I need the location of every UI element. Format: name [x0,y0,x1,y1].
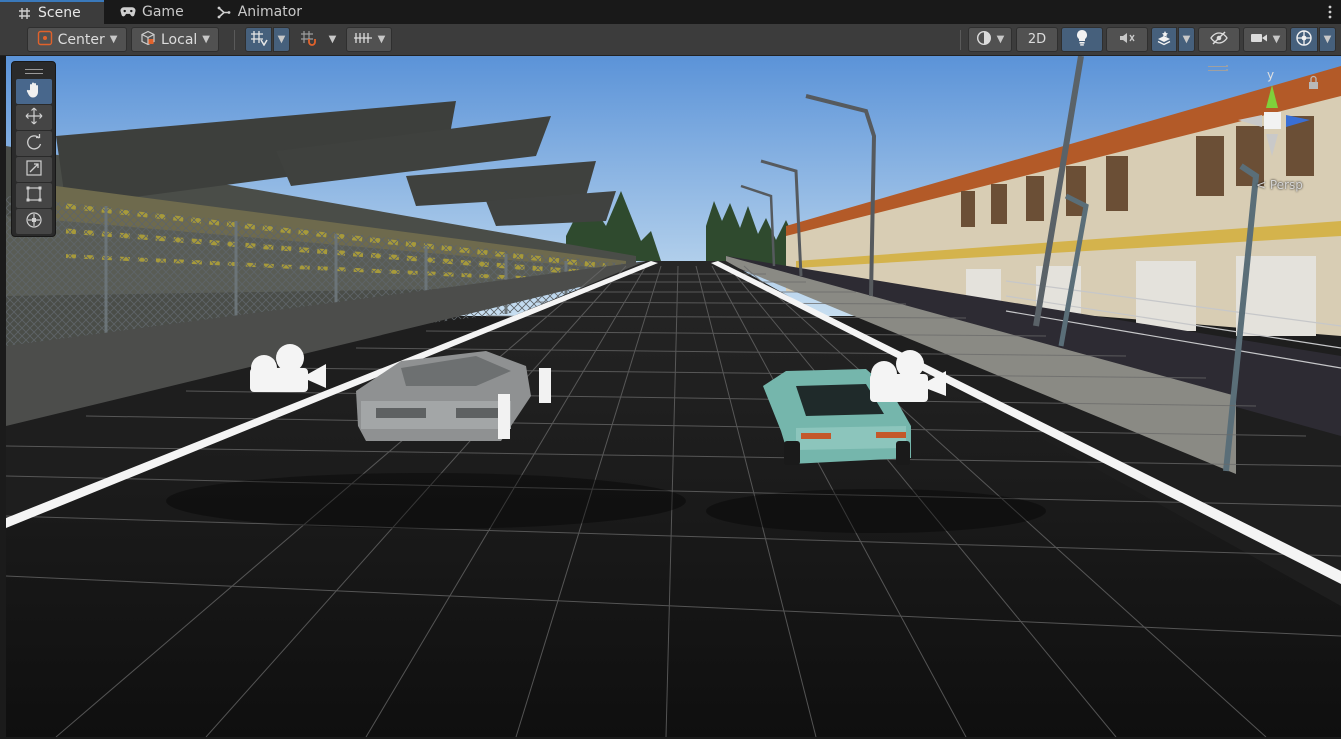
effects-layers-icon [1156,30,1172,50]
snapping-group: ▼ ▼ ▼ [245,27,392,52]
chevron-down-icon: ▼ [277,34,286,45]
gizmo-center-cube[interactable] [1264,112,1281,129]
z-axis-cone[interactable] [1286,115,1310,127]
overlay-drag-handle[interactable] [1208,66,1228,72]
hash-grid-icon [16,5,32,21]
mode-2d-button[interactable]: 2D [1016,27,1058,52]
transform-combined-icon [25,211,43,233]
chevron-down-icon: ▼ [1323,34,1332,45]
lock-icon[interactable] [1309,75,1318,90]
hand-icon [25,81,43,103]
transform-tools-overlay [11,61,56,237]
grid-snap-options[interactable]: ▼ [273,27,290,52]
neg-x-axis-cone[interactable] [1238,115,1262,127]
gizmo-globe-icon [1295,29,1313,51]
move-tool-button[interactable] [16,105,52,130]
rect-transform-icon [25,185,43,207]
effects-options[interactable]: ▼ [1178,27,1195,52]
neg-y-axis-cone[interactable] [1266,134,1278,156]
scene-camera-dropdown[interactable]: ▼ [1243,27,1287,52]
chevron-down-icon: ▼ [1182,34,1191,45]
eye-hidden-icon [1210,30,1228,49]
ruler-grid-icon [353,31,373,49]
view-tool-button[interactable] [16,79,52,104]
scene-toolbar: Center ▼ Local ▼ ▼ ▼ ▼ ▼ 2D ▼ ▼ ▼ [0,24,1341,56]
shading-mode-dropdown[interactable]: ▼ [968,27,1012,52]
lightbulb-icon [1075,29,1089,50]
rotate-tool-button[interactable] [16,131,52,156]
rotate-icon [25,133,43,155]
chevron-down-icon: ▼ [377,34,386,45]
scene-viewport[interactable] [6,56,1341,737]
scene-visibility-toggle[interactable] [1198,27,1240,52]
rect-tool-button[interactable] [16,183,52,208]
tab-game[interactable]: Game [104,0,194,24]
gizmos-options[interactable]: ▼ [1319,27,1336,52]
increment-snap-options[interactable]: ▼ [324,27,341,52]
pivot-center-icon [37,30,53,50]
draw-mode-group: ▼ [968,27,1012,52]
view-toggles-group: 2D ▼ ▼ ▼ [1016,27,1336,52]
grid-visibility-dropdown[interactable]: ▼ [346,27,392,52]
tab-game-label: Game [142,4,184,20]
grid-snap-icon [250,30,268,50]
scale-tool-button[interactable] [16,157,52,182]
overlay-grip-handle[interactable] [16,64,51,78]
chevron-down-icon: ▼ [996,34,1005,45]
scale-icon [25,159,43,181]
magnet-grid-icon [300,30,318,50]
chevron-down-icon: ▼ [109,34,118,45]
toolbar-separator [234,30,235,50]
local-cube-icon [140,30,156,50]
gamepad-icon [120,4,136,20]
animator-icon [216,4,232,20]
y-axis-cone[interactable] [1266,85,1278,108]
tab-scene-label: Scene [38,5,81,21]
lighting-toggle[interactable] [1061,27,1103,52]
increment-snap-button[interactable] [295,27,323,52]
chevron-down-icon: ▼ [202,34,210,45]
projection-toggle[interactable]: < Persp [1256,178,1303,192]
tab-animator-label: Animator [237,4,303,20]
pivot-dropdown[interactable]: Center ▼ [27,27,127,52]
chevron-down-icon: ▼ [1272,34,1281,45]
audio-toggle[interactable] [1106,27,1148,52]
transform-tool-button[interactable] [16,209,52,234]
scene-tab-bar: Scene Game Animator [0,0,1341,24]
camera-icon [1250,32,1268,48]
speaker-mute-icon [1119,31,1135,49]
shaded-sphere-icon [976,30,992,50]
mode-2d-label: 2D [1027,32,1047,47]
chevron-down-icon: ▼ [328,34,337,45]
scene-render [6,56,1341,737]
effects-toggle[interactable] [1151,27,1177,52]
gizmo-y-label: y [1267,68,1275,82]
grid-snap-button[interactable] [245,27,272,52]
toolbar-separator [960,30,961,50]
tab-animator[interactable]: Animator [194,0,312,24]
move-arrows-icon [25,107,43,129]
gizmos-toggle[interactable] [1290,27,1318,52]
tab-scene[interactable]: Scene [0,0,104,24]
space-dropdown[interactable]: Local ▼ [131,27,219,52]
pivot-space-group: Center ▼ Local ▼ [27,27,219,52]
more-options-icon[interactable] [1319,0,1341,24]
pivot-label: Center [57,31,105,48]
space-label: Local [161,31,198,48]
